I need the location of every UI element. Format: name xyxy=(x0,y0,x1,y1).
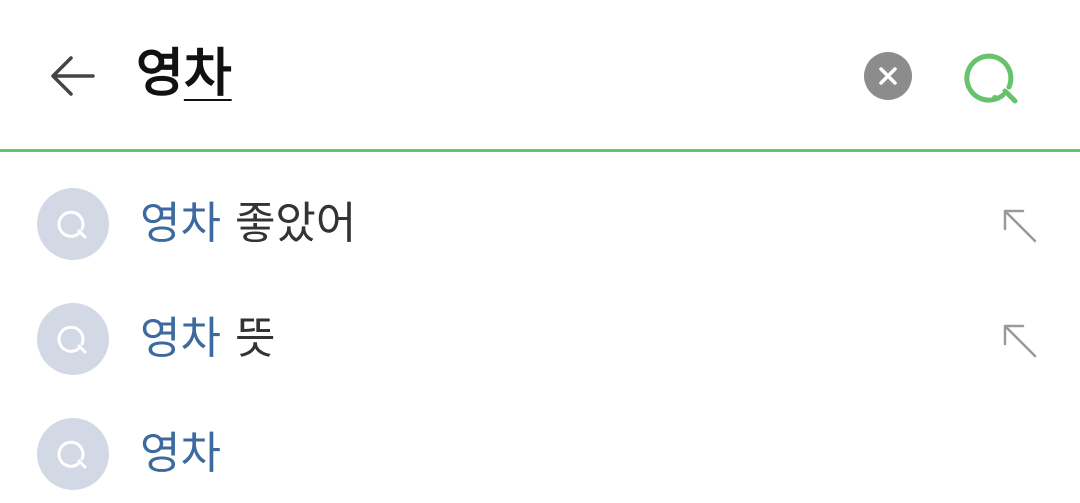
suggestion-rest: 뜻 xyxy=(220,313,276,364)
suggestion-match: 영차 xyxy=(140,313,221,364)
search-header: 영차 xyxy=(0,0,1080,149)
suggestion-text: 영차 xyxy=(140,426,221,482)
close-icon xyxy=(879,67,897,85)
suggestion-search-icon xyxy=(37,188,109,260)
suggestion-match: 영차 xyxy=(140,198,221,249)
search-icon xyxy=(57,325,87,354)
fill-query-button[interactable] xyxy=(996,202,1042,248)
arrow-up-left-icon xyxy=(1003,324,1037,358)
search-icon xyxy=(964,53,1018,104)
suggestion-list: 영차 좋았어 영차 뜻 영차 xyxy=(0,152,1080,497)
suggestion-item[interactable]: 영차 좋았어 xyxy=(0,152,1080,267)
suggestion-search-icon xyxy=(37,303,109,375)
search-icon xyxy=(57,210,87,239)
search-input[interactable]: 영차 xyxy=(136,38,232,110)
search-query-committed: 영 xyxy=(136,44,184,104)
suggestion-rest: 좋았어 xyxy=(220,198,357,249)
suggestion-text: 영차 좋았어 xyxy=(140,196,356,252)
suggestion-text: 영차 뜻 xyxy=(140,311,275,367)
fill-query-button[interactable] xyxy=(996,317,1042,363)
back-button[interactable] xyxy=(40,46,106,106)
arrow-up-left-icon xyxy=(1003,209,1037,243)
search-button[interactable] xyxy=(958,44,1028,108)
suggestion-match: 영차 xyxy=(140,428,221,479)
search-query-composing: 차 xyxy=(183,44,232,104)
suggestion-item[interactable]: 영차 뜻 xyxy=(0,267,1080,382)
search-icon xyxy=(57,440,87,469)
clear-button[interactable] xyxy=(864,52,912,100)
suggestion-search-icon xyxy=(37,418,109,490)
suggestion-item[interactable]: 영차 xyxy=(0,382,1080,497)
arrow-left-icon xyxy=(51,56,95,96)
